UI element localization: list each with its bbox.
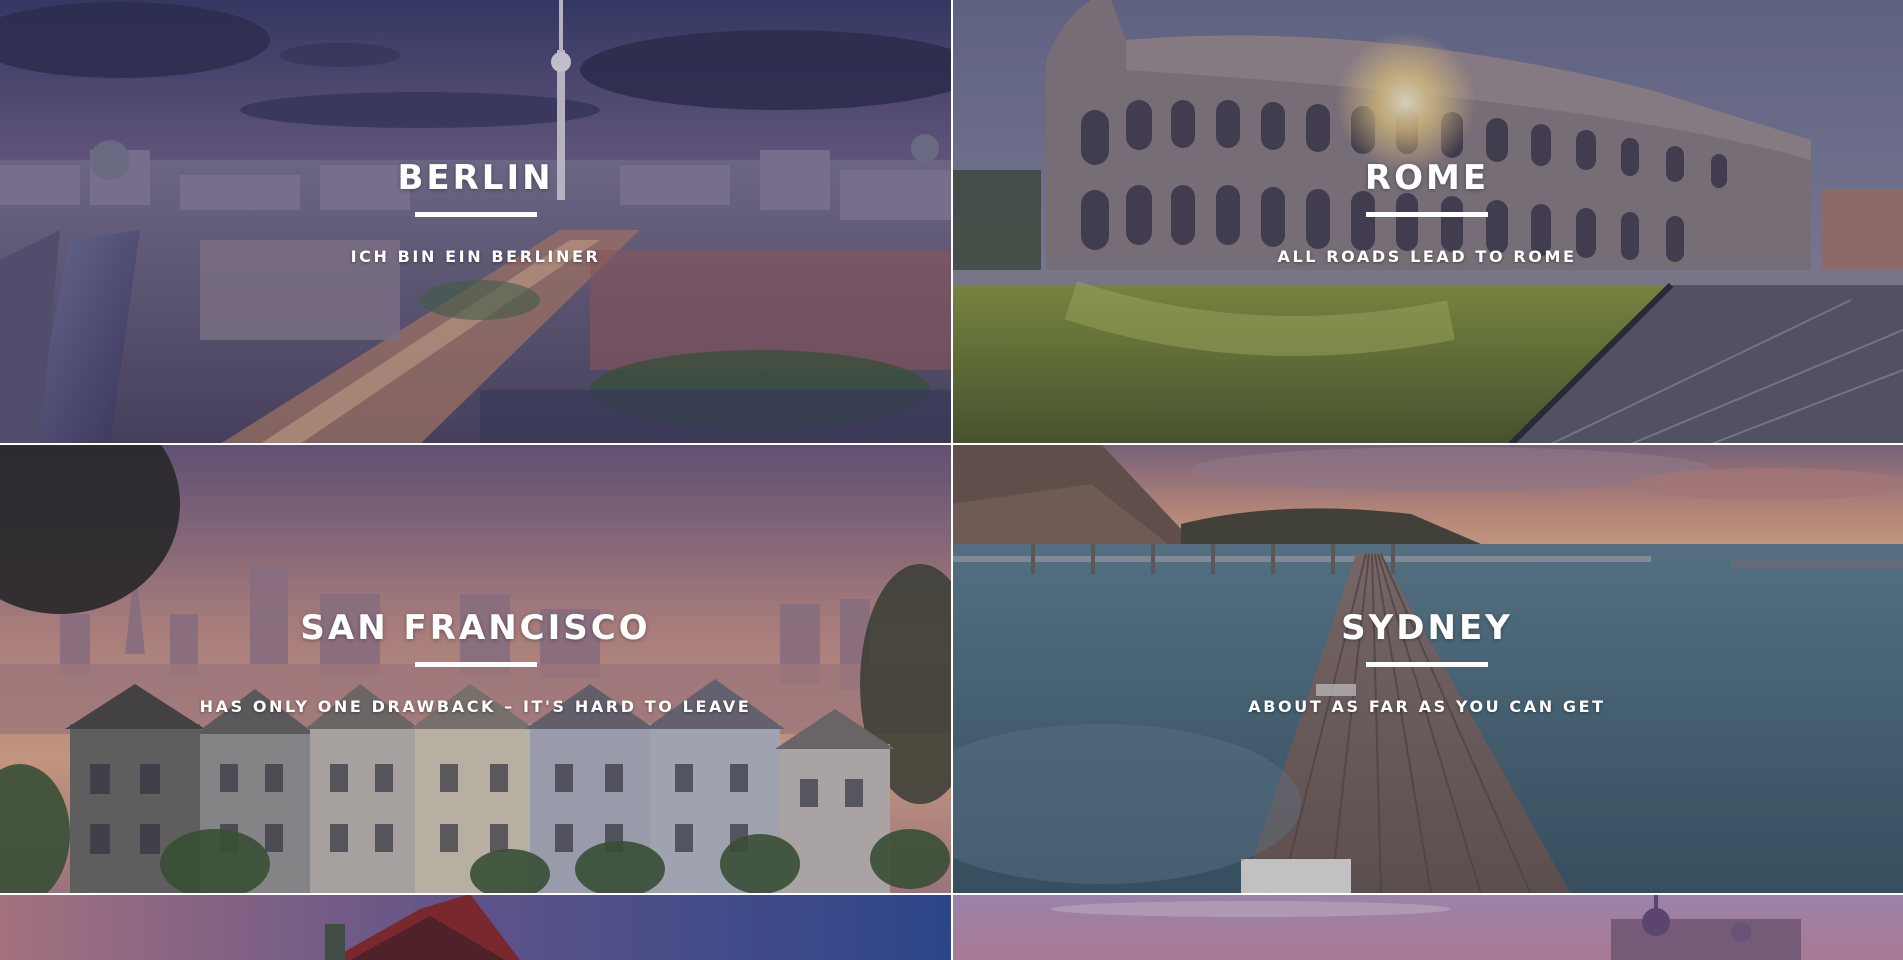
title-underline xyxy=(414,212,537,217)
row-divider xyxy=(0,443,1903,445)
tile-caption: ROME ALL ROADS LEAD TO ROME xyxy=(951,158,1903,266)
tile-overlay xyxy=(951,894,1903,960)
row-divider xyxy=(0,893,1903,895)
city-tagline: ICH BIN EIN BERLINER xyxy=(350,247,601,266)
city-title: SAN FRANCISCO xyxy=(300,608,651,648)
tile-berlin[interactable]: BERLIN ICH BIN EIN BERLINER xyxy=(0,0,951,444)
city-gallery: BERLIN ICH BIN EIN BERLINER ROME ALL ROA… xyxy=(0,0,1903,960)
city-tagline: ABOUT AS FAR AS YOU CAN GET xyxy=(1248,697,1606,716)
title-underline xyxy=(1366,662,1488,667)
tile-partial-left[interactable] xyxy=(0,894,951,960)
tile-partial-right[interactable] xyxy=(951,894,1903,960)
tile-caption: SYDNEY ABOUT AS FAR AS YOU CAN GET xyxy=(951,608,1903,716)
tile-caption: BERLIN ICH BIN EIN BERLINER xyxy=(0,158,951,266)
title-underline xyxy=(1366,212,1488,217)
city-title: BERLIN xyxy=(397,158,554,198)
city-title: ROME xyxy=(1364,158,1490,198)
city-tagline: ALL ROADS LEAD TO ROME xyxy=(1277,247,1577,266)
tile-overlay xyxy=(0,894,951,960)
column-divider xyxy=(951,0,953,960)
tile-rome[interactable]: ROME ALL ROADS LEAD TO ROME xyxy=(951,0,1903,444)
tile-caption: SAN FRANCISCO HAS ONLY ONE DRAWBACK – IT… xyxy=(0,608,951,716)
city-tagline: HAS ONLY ONE DRAWBACK – IT'S HARD TO LEA… xyxy=(199,697,752,716)
tile-sydney[interactable]: SYDNEY ABOUT AS FAR AS YOU CAN GET xyxy=(951,444,1903,894)
title-underline xyxy=(414,662,537,667)
city-title: SYDNEY xyxy=(1341,608,1513,648)
tile-san-francisco[interactable]: SAN FRANCISCO HAS ONLY ONE DRAWBACK – IT… xyxy=(0,444,951,894)
